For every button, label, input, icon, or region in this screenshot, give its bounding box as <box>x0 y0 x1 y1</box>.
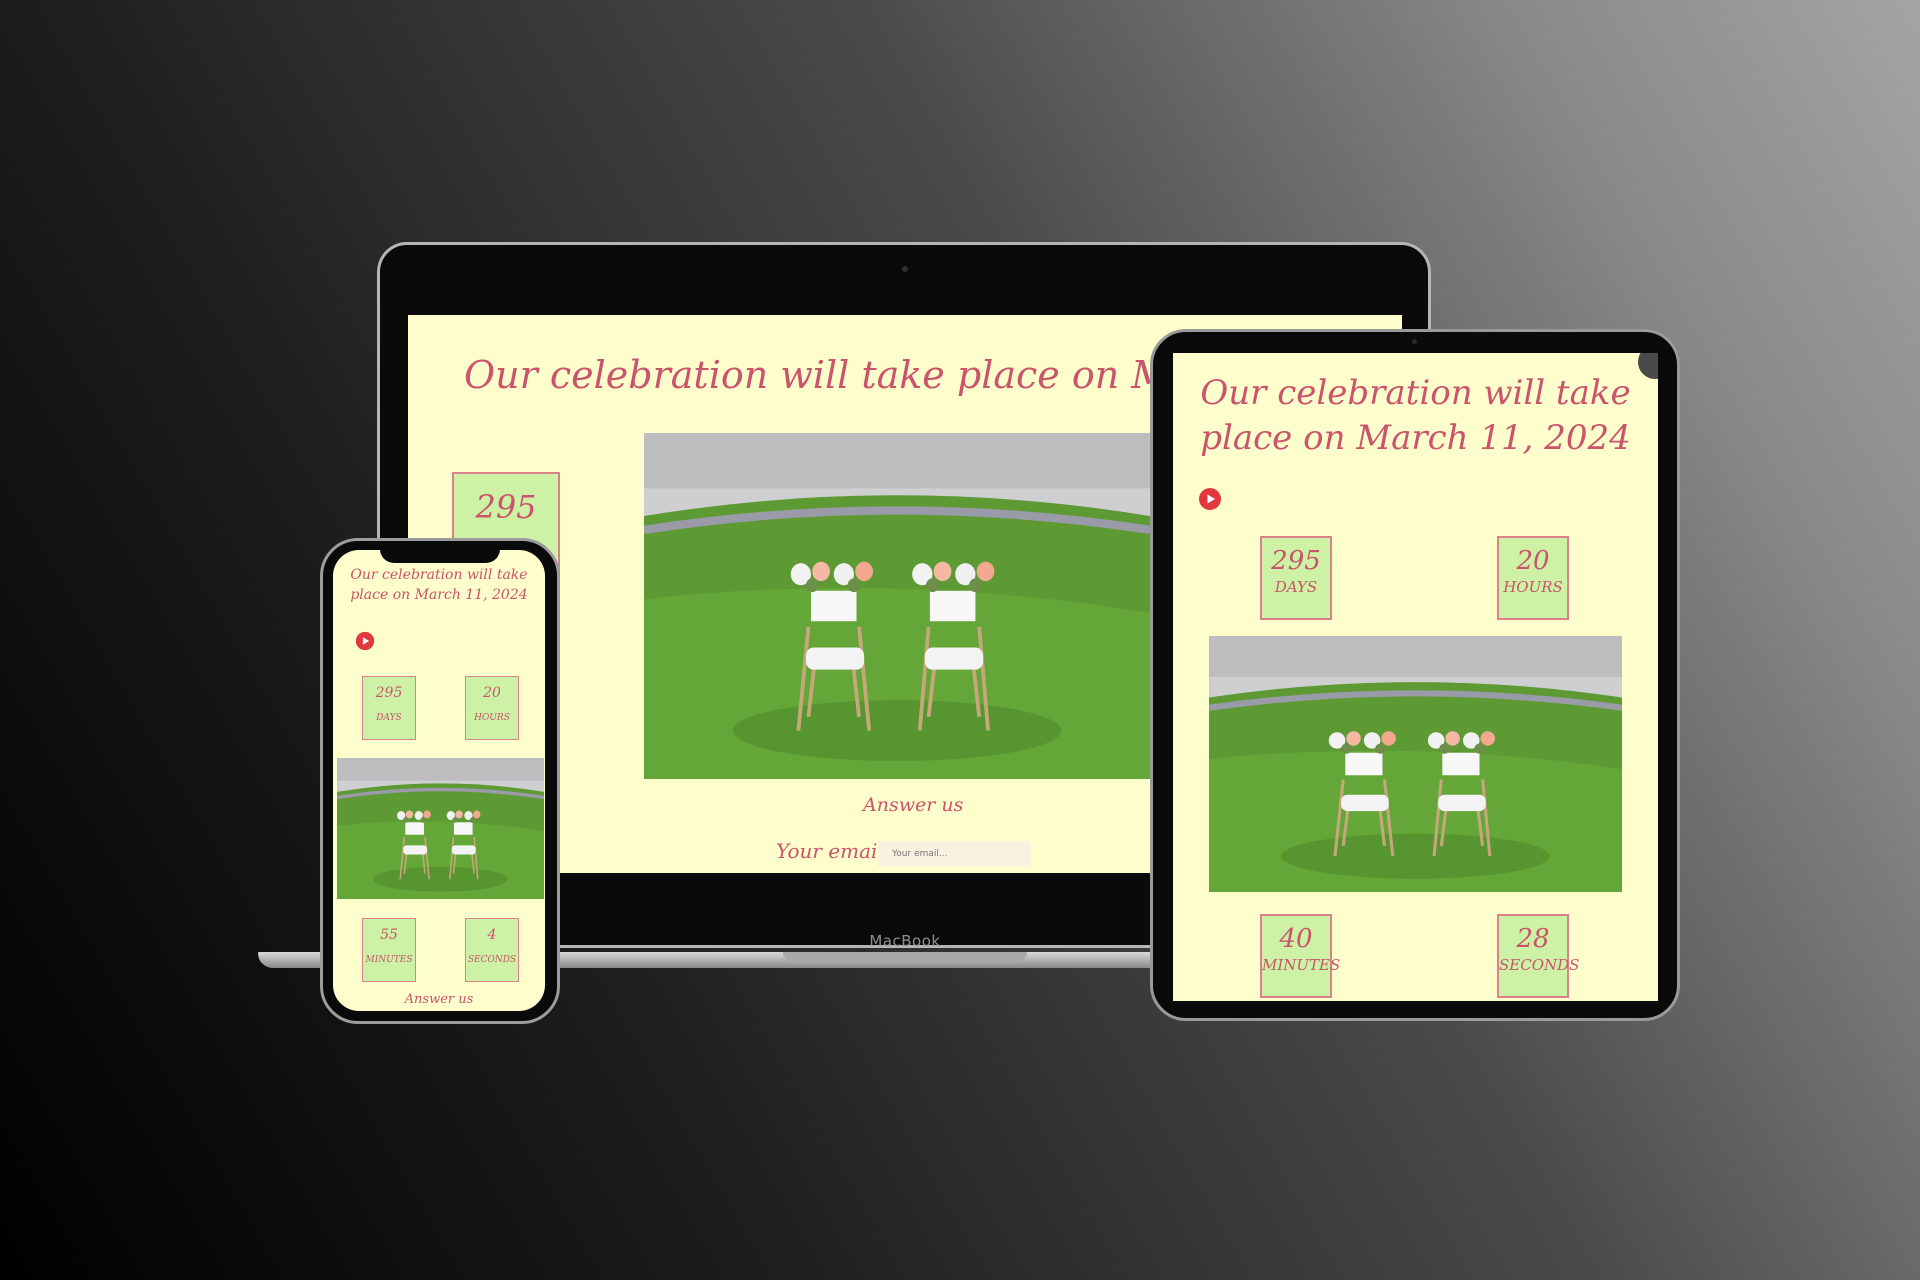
tablet-minutes-label: MINUTES <box>1262 956 1341 974</box>
tablet-wedding-photo <box>1209 636 1622 892</box>
tablet-hours-value: 20 <box>1516 546 1550 576</box>
laptop-email-label: Your email: <box>776 839 891 863</box>
phone-play-icon[interactable] <box>355 631 375 651</box>
tablet-camera <box>1412 339 1417 344</box>
laptop-base-notch <box>783 952 1027 961</box>
tablet-countdown-seconds: 28 SECONDS <box>1497 914 1580 998</box>
laptop-email-input[interactable] <box>878 841 1031 867</box>
laptop-camera <box>902 266 908 272</box>
tablet-countdown-hours: 20 HOURS <box>1497 536 1569 620</box>
phone-minutes-label: MINUTES <box>365 955 413 965</box>
laptop-answer-heading: Answer us <box>863 794 964 816</box>
tablet-countdown-minutes: 40 MINUTES <box>1260 914 1341 998</box>
phone-minutes-value: 55 <box>380 927 398 943</box>
tablet-play-icon[interactable] <box>1198 487 1222 511</box>
phone-seconds-value: 4 <box>487 927 497 943</box>
phone-screen: Our celebration will take place on March… <box>333 550 545 1011</box>
tablet-days-label: DAYS <box>1274 578 1318 596</box>
phone-answer-heading: Answer us <box>404 992 474 1007</box>
tablet-screen: Our celebration will take place on March… <box>1173 353 1658 1001</box>
tablet-days-value: 295 <box>1271 546 1321 576</box>
phone-days-value: 295 <box>375 685 403 701</box>
tablet-minutes-value: 40 <box>1279 924 1313 954</box>
phone-countdown-hours: 20 HOURS <box>465 676 519 740</box>
phone-countdown-days: 295 DAYS <box>362 676 416 740</box>
tablet-seconds-label: SECONDS <box>1499 956 1580 974</box>
phone-notch <box>380 543 500 563</box>
tablet-countdown-days: 295 DAYS <box>1260 536 1332 620</box>
tablet-page-title: Our celebration will take place on March… <box>1200 373 1631 459</box>
phone-hours-value: 20 <box>483 685 501 701</box>
laptop-wedding-photo <box>644 433 1150 779</box>
tablet-seconds-value: 28 <box>1516 924 1550 954</box>
tablet-hours-label: HOURS <box>1503 578 1563 596</box>
phone-hours-label: HOURS <box>474 713 510 723</box>
laptop-days-value: 295 <box>475 488 537 526</box>
phone-days-label: DAYS <box>376 713 402 723</box>
phone-page-title: Our celebration will take place on March… <box>350 567 528 603</box>
phone-wedding-photo <box>337 758 544 899</box>
phone-countdown-minutes: 55 MINUTES <box>362 918 416 982</box>
phone-countdown-seconds: 4 SECONDS <box>465 918 519 982</box>
phone-seconds-label: SECONDS <box>467 955 517 965</box>
laptop-brand-label: MacBook <box>869 932 941 950</box>
